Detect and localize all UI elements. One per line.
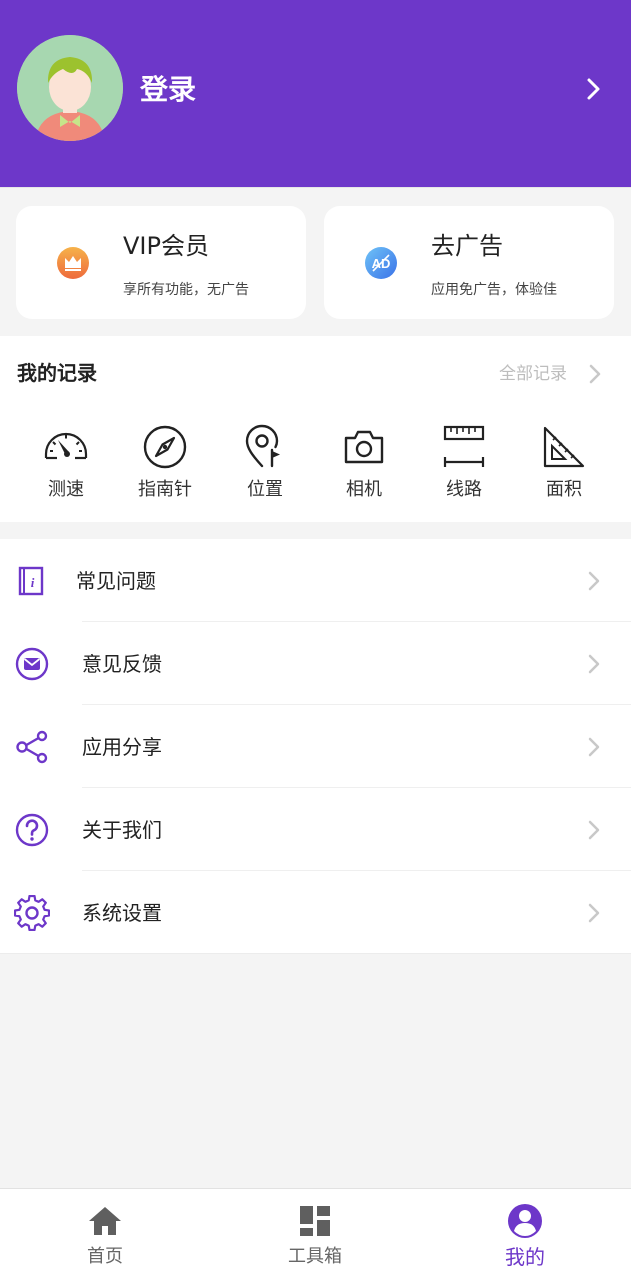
- camera-icon: [344, 430, 384, 464]
- tab-home[interactable]: 首页: [25, 1189, 185, 1281]
- menu-label-feedback: 意见反馈: [82, 652, 162, 676]
- remove-ads-card[interactable]: AD 去广告 应用免广告，体验佳: [324, 206, 614, 319]
- tool-location[interactable]: 位置: [215, 424, 315, 504]
- question-icon: [15, 813, 49, 847]
- chevron-right-icon[interactable]: [582, 74, 606, 104]
- ad-icon: AD: [365, 247, 397, 279]
- chevron-right-icon: [588, 903, 600, 923]
- menu-label-share: 应用分享: [82, 735, 162, 759]
- settings-menu: i 常见问题 意见反馈 应用分享 关于我们 系统设置: [0, 539, 631, 954]
- menu-label-settings: 系统设置: [82, 901, 162, 925]
- speedometer-icon: [44, 432, 88, 460]
- records-section: 我的记录 全部记录 测速 指南针 位置 相机 线路 面积: [0, 336, 631, 522]
- tool-speed-label: 测速: [48, 479, 84, 500]
- tab-mine[interactable]: 我的: [445, 1189, 605, 1281]
- mail-icon: [15, 647, 49, 681]
- avatar-image: [17, 35, 123, 141]
- tool-camera[interactable]: 相机: [314, 424, 414, 504]
- menu-item-share[interactable]: 应用分享: [0, 705, 631, 788]
- tab-home-label: 首页: [87, 1246, 123, 1267]
- profile-header[interactable]: 登录: [0, 0, 631, 187]
- promo-cards: VIP会员 享所有功能，无广告 AD 去广告 应用免广告，体验佳: [0, 187, 631, 337]
- avatar[interactable]: [17, 35, 123, 141]
- tool-location-label: 位置: [247, 479, 283, 500]
- tool-route[interactable]: 线路: [414, 424, 514, 504]
- info-book-icon: i: [18, 566, 44, 596]
- menu-item-settings[interactable]: 系统设置: [0, 871, 631, 954]
- tab-toolbox-label: 工具箱: [288, 1246, 342, 1267]
- gear-icon: [14, 895, 50, 931]
- tool-speed[interactable]: 测速: [16, 424, 116, 504]
- login-label[interactable]: 登录: [140, 72, 196, 108]
- tool-camera-label: 相机: [346, 479, 382, 500]
- menu-label-about: 关于我们: [82, 818, 162, 842]
- ruler-icon: [443, 425, 485, 467]
- tab-mine-label: 我的: [505, 1245, 545, 1269]
- svg-text:i: i: [31, 575, 35, 590]
- vip-subtitle: 享所有功能，无广告: [123, 282, 249, 298]
- chevron-right-icon: [588, 737, 600, 757]
- location-pin-icon: [245, 424, 280, 468]
- set-square-icon: [543, 426, 585, 468]
- chevron-right-icon[interactable]: [587, 362, 603, 386]
- chevron-right-icon: [588, 571, 600, 591]
- records-title: 我的记录: [17, 361, 97, 385]
- tool-route-label: 线路: [446, 479, 482, 500]
- chevron-right-icon: [588, 654, 600, 674]
- home-icon: [89, 1207, 121, 1235]
- remove-ads-title: 去广告: [431, 232, 503, 260]
- user-icon: [508, 1204, 542, 1238]
- menu-label-faq: 常见问题: [76, 569, 156, 593]
- tool-compass[interactable]: 指南针: [115, 424, 215, 504]
- vip-title: VIP会员: [123, 232, 209, 260]
- all-records-link[interactable]: 全部记录: [499, 362, 567, 386]
- menu-item-feedback[interactable]: 意见反馈: [0, 622, 631, 705]
- menu-item-faq[interactable]: i 常见问题: [0, 539, 631, 622]
- tool-area[interactable]: 面积: [514, 424, 614, 504]
- remove-ads-subtitle: 应用免广告，体验佳: [431, 282, 557, 298]
- tab-toolbox[interactable]: 工具箱: [235, 1189, 395, 1281]
- share-icon: [16, 730, 48, 764]
- menu-item-about[interactable]: 关于我们: [0, 788, 631, 871]
- bottom-tab-bar: 首页 工具箱 我的: [0, 1188, 631, 1281]
- tool-area-label: 面积: [546, 479, 582, 500]
- chevron-right-icon: [588, 820, 600, 840]
- tool-compass-label: 指南针: [138, 479, 192, 500]
- vip-card[interactable]: VIP会员 享所有功能，无广告: [16, 206, 306, 319]
- crown-icon: [57, 247, 89, 279]
- compass-icon: [143, 425, 187, 469]
- dashboard-icon: [300, 1206, 330, 1236]
